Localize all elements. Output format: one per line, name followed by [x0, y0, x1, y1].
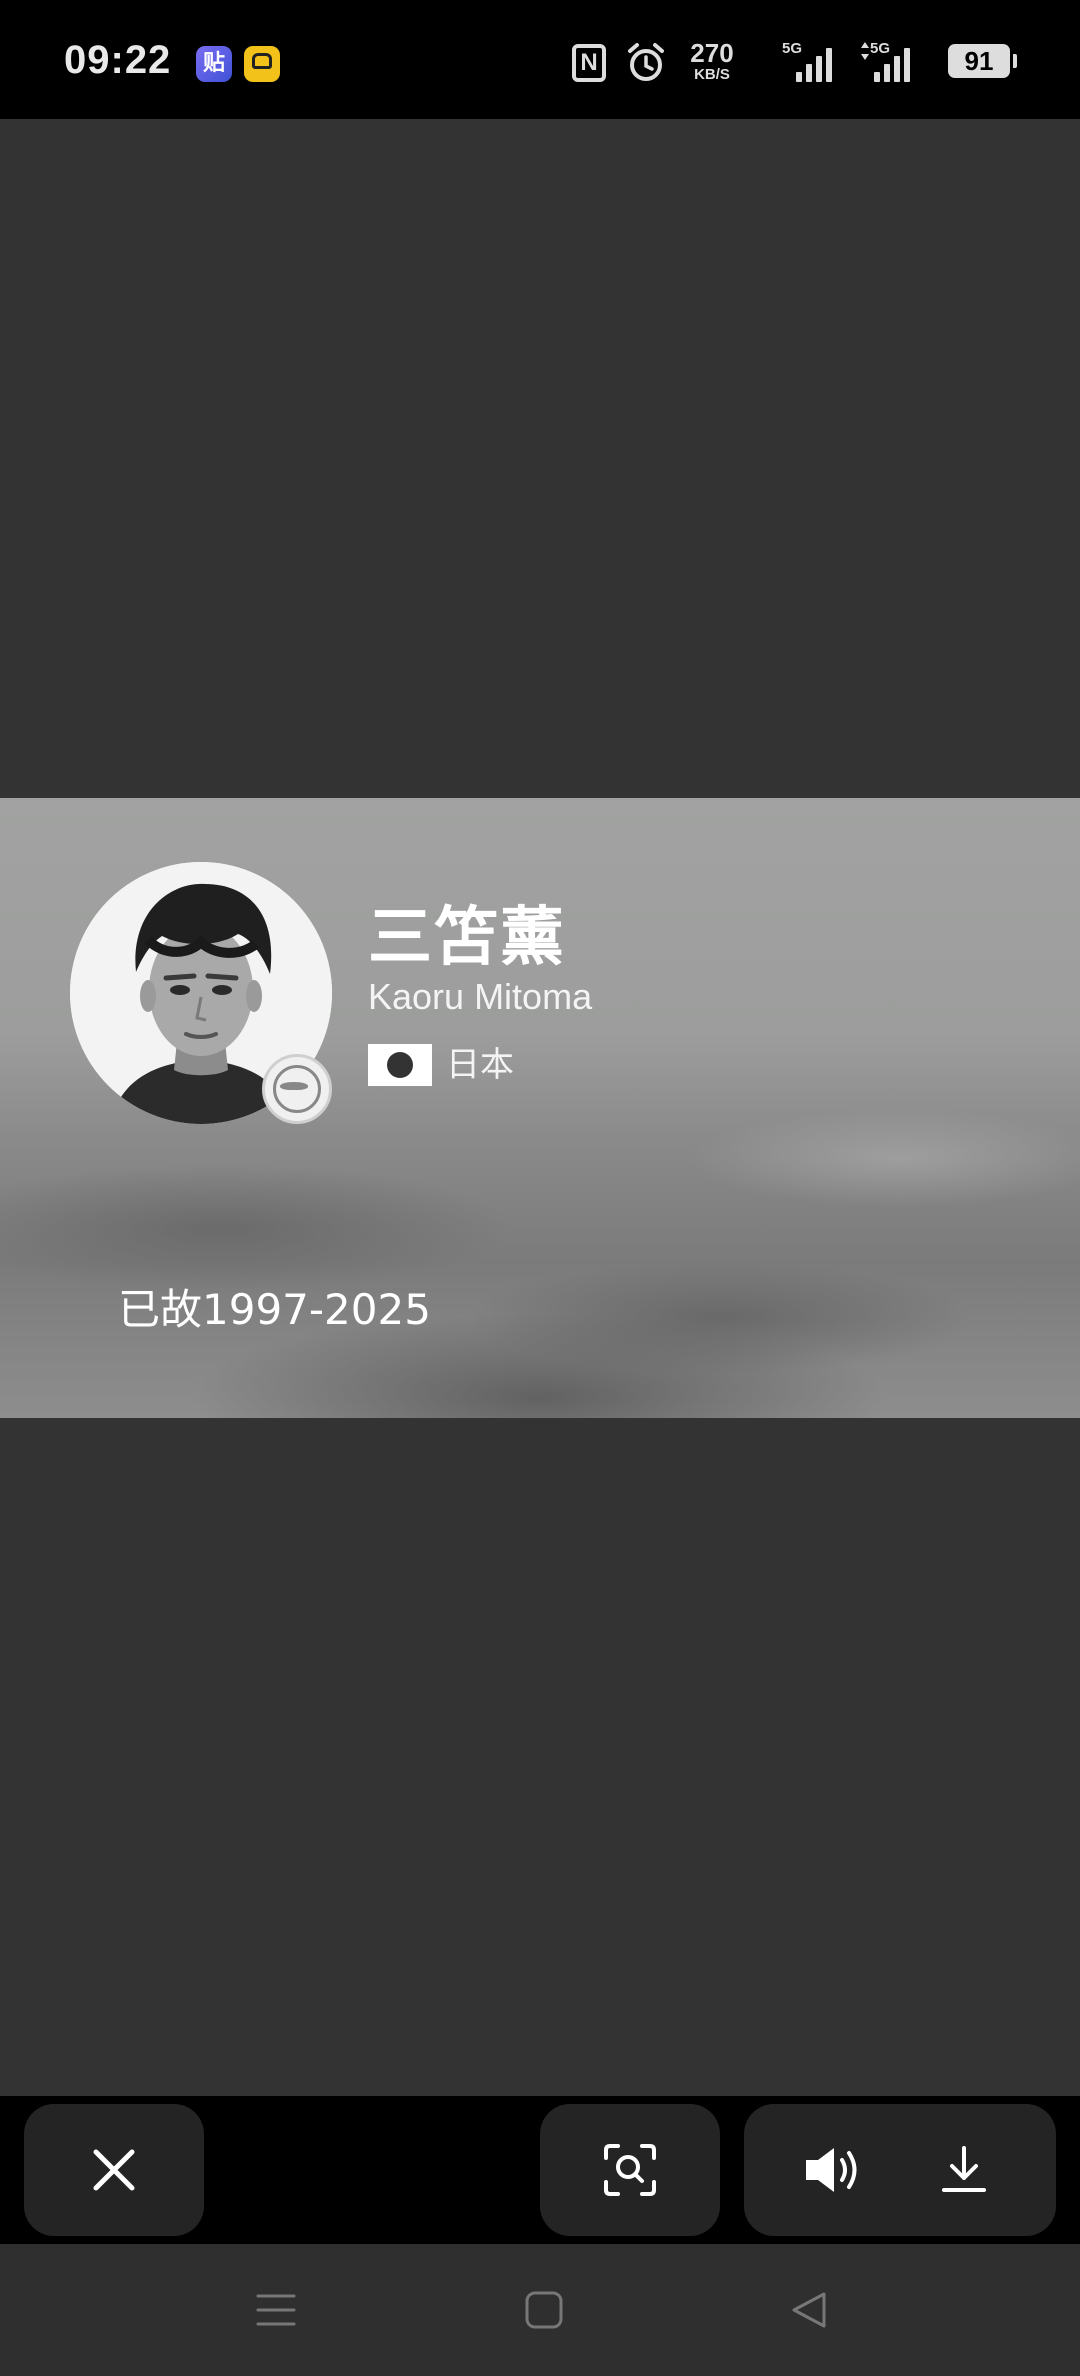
network-speed: 270 KB/S — [682, 40, 742, 83]
status-time: 09:22 — [64, 38, 172, 82]
status-indicators: N 270 KB/S 5G 5G 91 — [572, 40, 1017, 88]
download-icon[interactable] — [938, 2144, 990, 2196]
japan-flag-icon — [368, 1044, 432, 1086]
status-bar: 09:22 贴 N 270 KB/S 5G 5G 91 — [0, 0, 1080, 119]
media-actions-group — [744, 2104, 1056, 2236]
signal-1-label: 5G — [782, 40, 803, 57]
signal-1-icon: 5G — [782, 40, 834, 84]
home-icon[interactable] — [524, 2290, 564, 2330]
image-search-icon — [604, 2144, 656, 2196]
image-search-button[interactable] — [540, 2104, 720, 2236]
signal-2-label: 5G — [870, 40, 891, 57]
notification-app-icon — [244, 46, 280, 82]
memorial-text: 已故1997-2025 — [118, 1285, 431, 1334]
player-name-chinese: 三笘薰 — [368, 901, 566, 975]
back-icon[interactable] — [790, 2290, 830, 2330]
network-speed-unit: KB/S — [694, 66, 730, 83]
club-badge-icon — [262, 1054, 332, 1124]
player-country: 日本 — [446, 1045, 514, 1085]
speaker-icon[interactable] — [802, 2144, 862, 2196]
signal-2-icon: 5G — [860, 40, 912, 84]
battery-icon: 91 — [948, 44, 1017, 78]
alarm-icon — [626, 42, 666, 84]
menu-icon[interactable] — [256, 2290, 296, 2330]
nfc-icon: N — [572, 44, 606, 82]
tieba-app-icon: 贴 — [196, 46, 232, 82]
player-name-latin: Kaoru Mitoma — [368, 976, 593, 1017]
image-viewer-toolbar — [0, 2096, 1080, 2244]
close-icon — [93, 2149, 135, 2191]
system-navigation-bar — [0, 2244, 1080, 2376]
network-speed-value: 270 — [690, 38, 734, 68]
player-memorial-image: 三笘薰 Kaoru Mitoma 日本 已故1997-2025 — [0, 798, 1080, 1418]
close-button[interactable] — [24, 2104, 204, 2236]
